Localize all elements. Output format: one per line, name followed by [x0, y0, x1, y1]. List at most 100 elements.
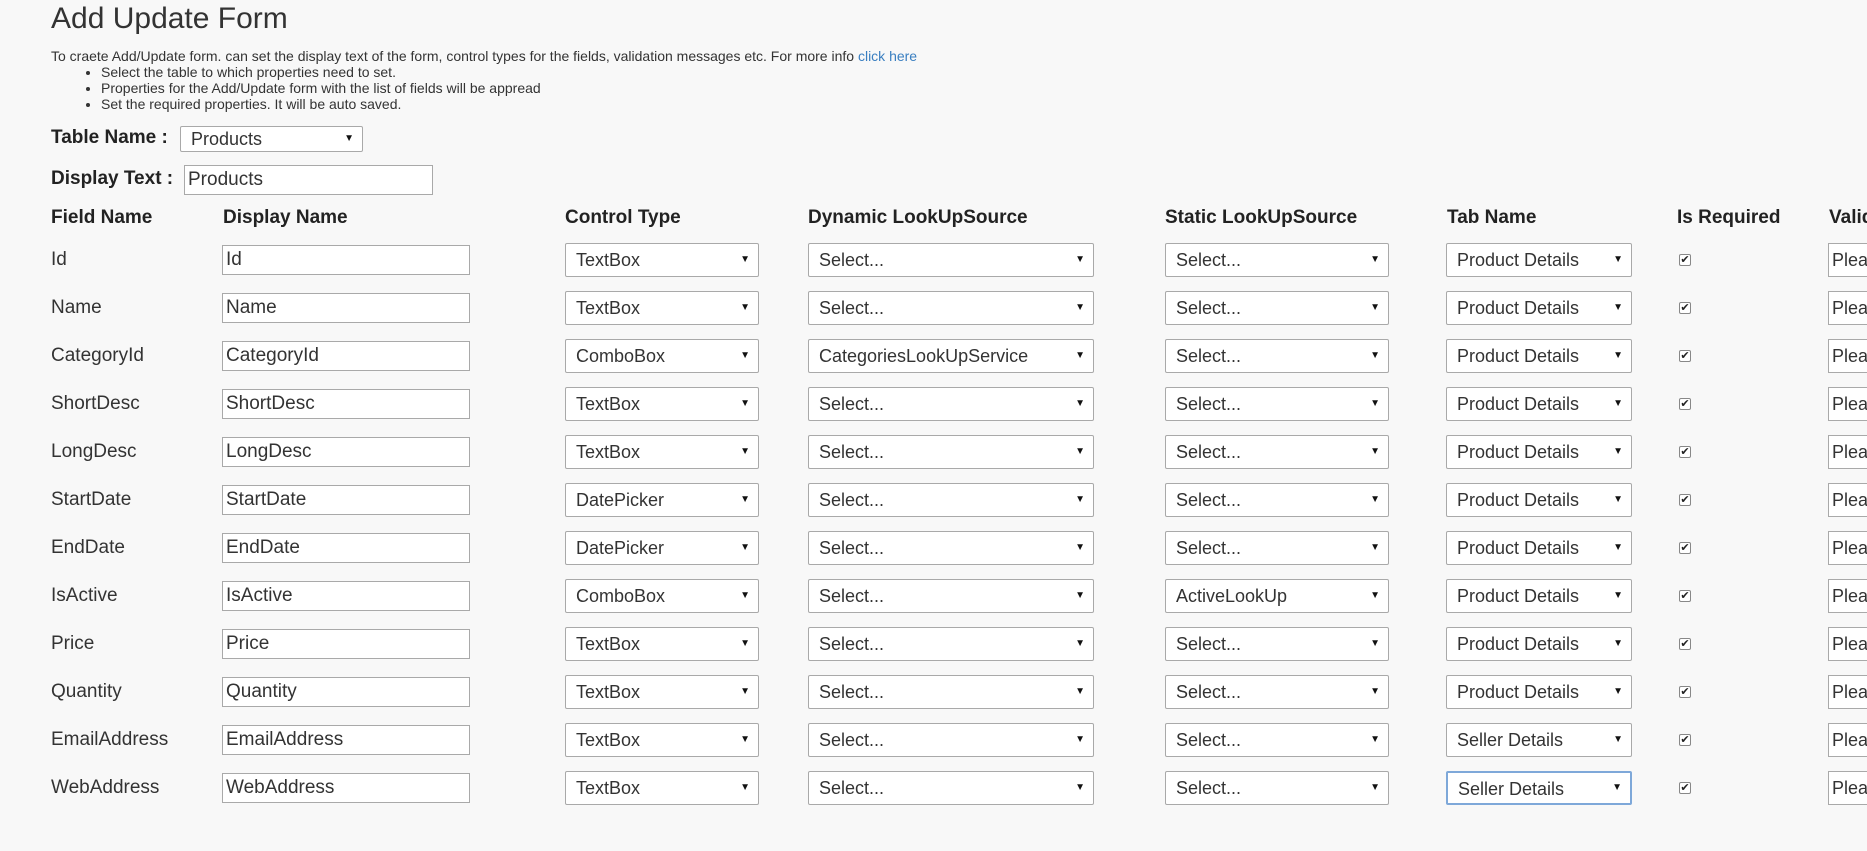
control-type-select[interactable]: TextBox ▼ — [565, 771, 759, 805]
is-required-checkbox[interactable]: ✔ — [1679, 254, 1691, 266]
dynamic-lookup-select[interactable]: Select... ▼ — [808, 771, 1094, 805]
validation-message-input[interactable]: Plea — [1828, 339, 1867, 373]
static-lookup-select[interactable]: Select... ▼ — [1165, 339, 1389, 373]
display-name-input[interactable]: Id — [222, 245, 470, 275]
table-name-select[interactable]: Products ▼ — [180, 126, 363, 152]
static-lookup-select[interactable]: Select... ▼ — [1165, 243, 1389, 277]
control-type-select[interactable]: TextBox ▼ — [565, 675, 759, 709]
dynamic-lookup-select[interactable]: Select... ▼ — [808, 291, 1094, 325]
display-name-input[interactable]: IsActive — [222, 581, 470, 611]
is-required-checkbox[interactable]: ✔ — [1679, 686, 1691, 698]
validation-message-input[interactable]: Plea — [1828, 291, 1867, 325]
tab-name-select[interactable]: Product Details ▼ — [1446, 243, 1632, 277]
tab-name-select[interactable]: Product Details ▼ — [1446, 387, 1632, 421]
validation-message-input[interactable]: Plea — [1828, 387, 1867, 421]
static-lookup-select[interactable]: Select... ▼ — [1165, 771, 1389, 805]
tab-name-select[interactable]: Product Details ▼ — [1446, 531, 1632, 565]
display-text-input[interactable]: Products — [184, 165, 433, 195]
static-lookup-select[interactable]: Select... ▼ — [1165, 483, 1389, 517]
tab-name-select[interactable]: Seller Details ▼ — [1446, 771, 1632, 805]
tab-name-value: Product Details — [1457, 298, 1580, 318]
page-title: Add Update Form — [51, 2, 288, 35]
dynamic-lookup-select[interactable]: Select... ▼ — [808, 531, 1094, 565]
validation-message-input[interactable]: Plea — [1828, 771, 1867, 805]
caret-down-icon: ▼ — [1613, 254, 1623, 265]
display-name-input[interactable]: EmailAddress — [222, 725, 470, 755]
control-type-select[interactable]: TextBox ▼ — [565, 387, 759, 421]
dynamic-lookup-select[interactable]: CategoriesLookUpService ▼ — [808, 339, 1094, 373]
display-name-input[interactable]: EndDate — [222, 533, 470, 563]
validation-message-input[interactable]: Plea — [1828, 627, 1867, 661]
control-type-select[interactable]: ComboBox ▼ — [565, 579, 759, 613]
dynamic-lookup-select[interactable]: Select... ▼ — [808, 579, 1094, 613]
caret-down-icon: ▼ — [1613, 638, 1623, 649]
validation-message-input[interactable]: Plea — [1828, 531, 1867, 565]
control-type-select[interactable]: ComboBox ▼ — [565, 339, 759, 373]
static-lookup-select[interactable]: Select... ▼ — [1165, 435, 1389, 469]
is-required-checkbox[interactable]: ✔ — [1679, 638, 1691, 650]
is-required-checkbox[interactable]: ✔ — [1679, 494, 1691, 506]
is-required-checkbox[interactable]: ✔ — [1679, 302, 1691, 314]
static-lookup-select[interactable]: Select... ▼ — [1165, 723, 1389, 757]
is-required-checkbox[interactable]: ✔ — [1679, 350, 1691, 362]
display-name-input[interactable]: StartDate — [222, 485, 470, 515]
caret-down-icon: ▼ — [1612, 782, 1622, 793]
column-header-validation: Valid — [1829, 207, 1867, 228]
static-lookup-select[interactable]: Select... ▼ — [1165, 387, 1389, 421]
display-name-input[interactable]: CategoryId — [222, 341, 470, 371]
field-name: LongDesc — [51, 441, 137, 462]
table-row: WebAddress WebAddress TextBox ▼ Select... ▼ Se… — [0, 766, 1867, 814]
static-lookup-select[interactable]: Select... ▼ — [1165, 627, 1389, 661]
validation-message-input[interactable]: Plea — [1828, 483, 1867, 517]
static-lookup-select[interactable]: ActiveLookUp ▼ — [1165, 579, 1389, 613]
tab-name-select[interactable]: Product Details ▼ — [1446, 435, 1632, 469]
dynamic-lookup-select[interactable]: Select... ▼ — [808, 387, 1094, 421]
validation-message-input[interactable]: Plea — [1828, 435, 1867, 469]
caret-down-icon: ▼ — [1370, 638, 1380, 649]
control-type-select[interactable]: DatePicker ▼ — [565, 483, 759, 517]
control-type-select[interactable]: DatePicker ▼ — [565, 531, 759, 565]
is-required-checkbox[interactable]: ✔ — [1679, 446, 1691, 458]
tab-name-select[interactable]: Product Details ▼ — [1446, 675, 1632, 709]
static-lookup-value: Select... — [1176, 634, 1242, 654]
display-name-input[interactable]: Quantity — [222, 677, 470, 707]
tab-name-select[interactable]: Product Details ▼ — [1446, 627, 1632, 661]
control-type-select[interactable]: TextBox ▼ — [565, 723, 759, 757]
tab-name-select[interactable]: Product Details ▼ — [1446, 579, 1632, 613]
is-required-checkbox[interactable]: ✔ — [1679, 590, 1691, 602]
caret-down-icon: ▼ — [1075, 494, 1085, 505]
dynamic-lookup-select[interactable]: Select... ▼ — [808, 675, 1094, 709]
column-header-is-required: Is Required — [1677, 207, 1781, 228]
more-info-link[interactable]: click here — [858, 48, 917, 64]
display-name-input[interactable]: Price — [222, 629, 470, 659]
display-name-input[interactable]: LongDesc — [222, 437, 470, 467]
static-lookup-select[interactable]: Select... ▼ — [1165, 291, 1389, 325]
is-required-checkbox[interactable]: ✔ — [1679, 782, 1691, 794]
static-lookup-select[interactable]: Select... ▼ — [1165, 531, 1389, 565]
control-type-select[interactable]: TextBox ▼ — [565, 435, 759, 469]
tab-name-select[interactable]: Product Details ▼ — [1446, 291, 1632, 325]
dynamic-lookup-select[interactable]: Select... ▼ — [808, 243, 1094, 277]
validation-message-input[interactable]: Plea — [1828, 579, 1867, 613]
is-required-checkbox[interactable]: ✔ — [1679, 398, 1691, 410]
display-name-input[interactable]: Name — [222, 293, 470, 323]
tab-name-select[interactable]: Product Details ▼ — [1446, 339, 1632, 373]
static-lookup-select[interactable]: Select... ▼ — [1165, 675, 1389, 709]
display-name-input[interactable]: WebAddress — [222, 773, 470, 803]
validation-message-input[interactable]: Plea — [1828, 723, 1867, 757]
is-required-checkbox[interactable]: ✔ — [1679, 734, 1691, 746]
validation-message-input[interactable]: Plea — [1828, 243, 1867, 277]
is-required-checkbox[interactable]: ✔ — [1679, 542, 1691, 554]
control-type-select[interactable]: TextBox ▼ — [565, 627, 759, 661]
validation-message-input[interactable]: Plea — [1828, 675, 1867, 709]
tab-name-select[interactable]: Product Details ▼ — [1446, 483, 1632, 517]
dynamic-lookup-select[interactable]: Select... ▼ — [808, 435, 1094, 469]
tab-name-select[interactable]: Seller Details ▼ — [1446, 723, 1632, 757]
display-name-input[interactable]: ShortDesc — [222, 389, 470, 419]
control-type-value: DatePicker — [576, 538, 665, 558]
dynamic-lookup-select[interactable]: Select... ▼ — [808, 723, 1094, 757]
control-type-select[interactable]: TextBox ▼ — [565, 291, 759, 325]
control-type-select[interactable]: TextBox ▼ — [565, 243, 759, 277]
dynamic-lookup-select[interactable]: Select... ▼ — [808, 627, 1094, 661]
dynamic-lookup-select[interactable]: Select... ▼ — [808, 483, 1094, 517]
